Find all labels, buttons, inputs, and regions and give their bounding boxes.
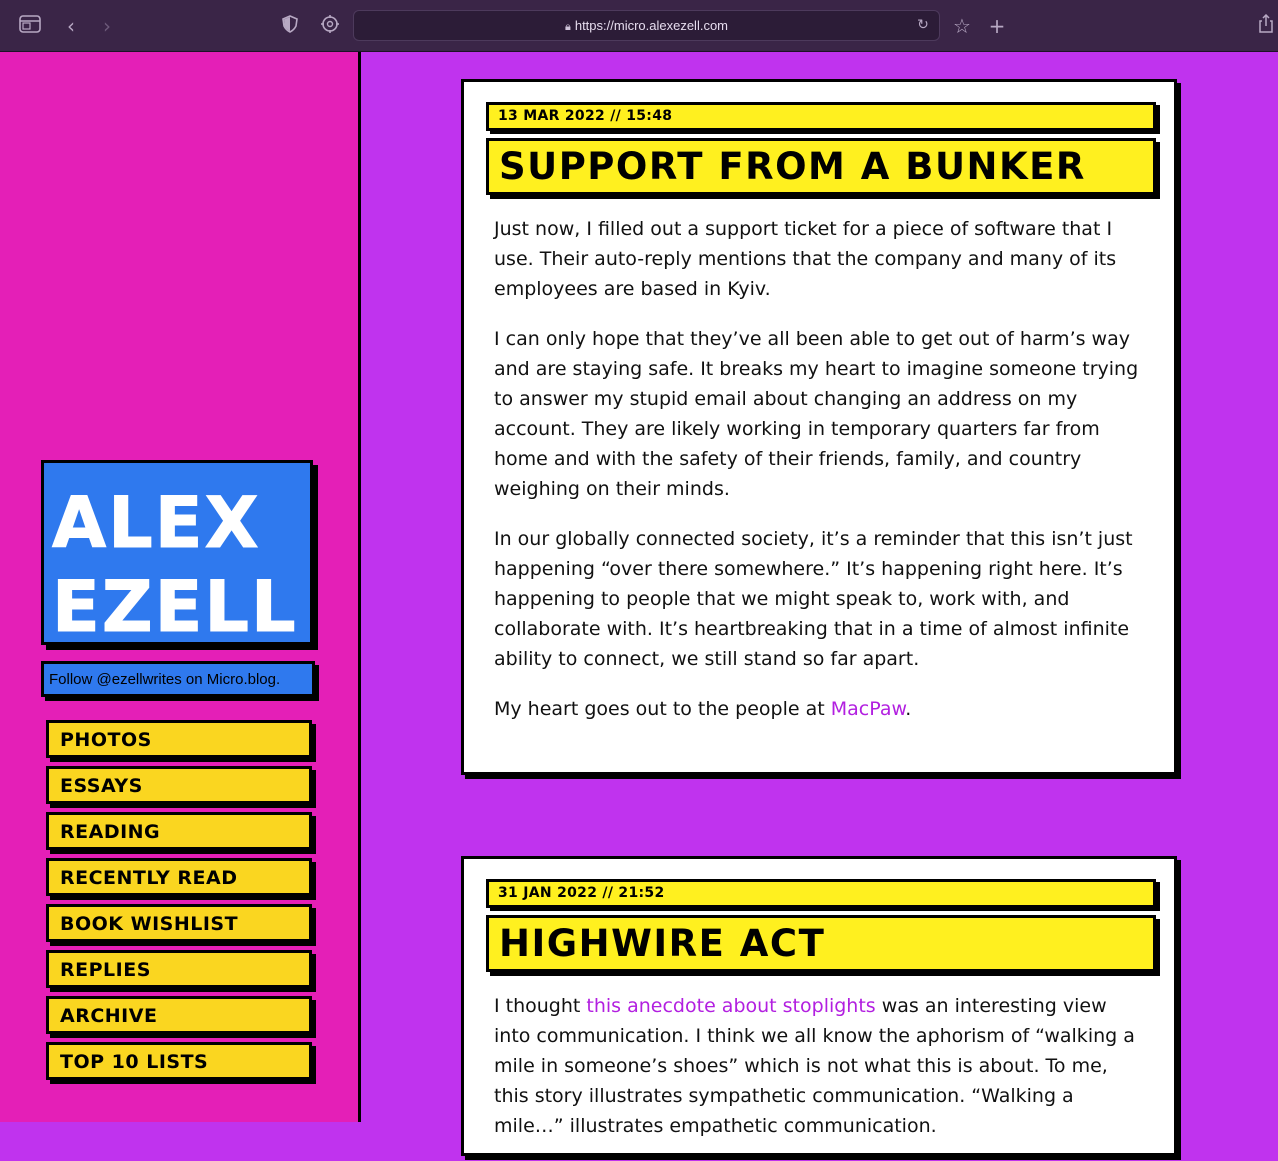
sidebar: Alex Ezell Follow @ezellwrites on Micro.… — [0, 52, 361, 1122]
post-paragraph: I thought this anecdote about stoplights… — [494, 991, 1144, 1141]
post-title[interactable]: Support from a bunker — [499, 145, 1086, 188]
follow-box[interactable]: Follow @ezellwrites on Micro.blog. — [41, 661, 315, 697]
post-date[interactable]: 13 Mar 2022 // 15:48 — [498, 108, 672, 124]
post-text: My heart goes out to the people at — [494, 698, 831, 720]
nav-item-photos[interactable]: Photos — [46, 720, 312, 758]
post-paragraph: In our globally connected society, it’s … — [494, 528, 1133, 670]
nav-label[interactable]: Archive — [60, 1005, 157, 1027]
lock-icon: 🔒︎ — [564, 21, 571, 33]
share-icon[interactable] — [1254, 13, 1278, 38]
sidebar-nav: Photos Essays Reading Recently Read Book… — [46, 720, 312, 1088]
post-text: . — [905, 698, 912, 720]
post-date[interactable]: 31 Jan 2022 // 21:52 — [498, 885, 665, 901]
post-card: 13 Mar 2022 // 15:48 Support from a bunk… — [461, 79, 1177, 775]
nav-item-book-wishlist[interactable]: Book Wishlist — [46, 904, 312, 942]
post-body: Just now, I filled out a support ticket … — [494, 214, 1144, 744]
post-paragraph: I can only hope that they’ve all been ab… — [494, 328, 1139, 500]
nav-item-archive[interactable]: Archive — [46, 996, 312, 1034]
forward-icon[interactable]: › — [95, 14, 119, 38]
nav-label[interactable]: Book Wishlist — [60, 913, 238, 935]
site-title-line-1[interactable]: Alex — [52, 482, 261, 565]
post-date-bar[interactable]: 31 Jan 2022 // 21:52 — [486, 879, 1156, 908]
post-paragraph: My heart goes out to the people at MacPa… — [494, 694, 1144, 724]
nav-label[interactable]: Recently Read — [60, 867, 238, 889]
site-title[interactable]: Alex Ezell — [52, 481, 298, 649]
bookmark-star-icon[interactable]: ☆ — [950, 14, 974, 38]
follow-link[interactable]: Follow @ezellwrites on Micro.blog. — [49, 671, 280, 688]
post-title-bar[interactable]: Support from a bunker — [486, 138, 1156, 195]
post-body: I thought this anecdote about stoplights… — [494, 991, 1144, 1161]
nav-item-reading[interactable]: Reading — [46, 812, 312, 850]
nav-label[interactable]: Top 10 Lists — [60, 1051, 208, 1073]
nav-item-recently-read[interactable]: Recently Read — [46, 858, 312, 896]
nav-item-replies[interactable]: Replies — [46, 950, 312, 988]
privacy-report-icon[interactable] — [318, 14, 342, 38]
post-title-bar[interactable]: Highwire act — [486, 915, 1156, 972]
shield-icon[interactable] — [278, 14, 302, 38]
stoplights-anecdote-link[interactable]: this anecdote about stoplights — [586, 995, 875, 1017]
address-bar[interactable]: 🔒︎ https://micro.alexezell.com ↻ — [353, 10, 940, 41]
post-title[interactable]: Highwire act — [499, 922, 825, 965]
macpaw-link[interactable]: MacPaw — [831, 698, 906, 720]
reload-icon[interactable]: ↻ — [913, 15, 933, 35]
back-icon[interactable]: ‹ — [59, 14, 83, 38]
post-paragraph: Just now, I filled out a support ticket … — [494, 218, 1117, 300]
post-card: 31 Jan 2022 // 21:52 Highwire act I thou… — [461, 856, 1177, 1156]
nav-item-top-10-lists[interactable]: Top 10 Lists — [46, 1042, 312, 1080]
nav-label[interactable]: Photos — [60, 729, 152, 751]
nav-label[interactable]: Replies — [60, 959, 151, 981]
site-title-line-2[interactable]: Ezell — [52, 566, 298, 649]
site-title-box[interactable]: Alex Ezell — [41, 460, 313, 649]
browser-toolbar: ‹ › 🔒︎ https://micro.alexezell.com ↻ ☆ + — [0, 0, 1278, 52]
new-tab-icon[interactable]: + — [985, 14, 1009, 38]
nav-label[interactable]: Reading — [60, 821, 160, 843]
nav-label[interactable]: Essays — [60, 775, 143, 797]
url-text: https://micro.alexezell.com — [574, 18, 729, 33]
post-date-bar[interactable]: 13 Mar 2022 // 15:48 — [486, 102, 1156, 131]
nav-item-essays[interactable]: Essays — [46, 766, 312, 804]
post-text: I thought — [494, 995, 587, 1017]
sidebar-icon[interactable] — [18, 14, 42, 38]
